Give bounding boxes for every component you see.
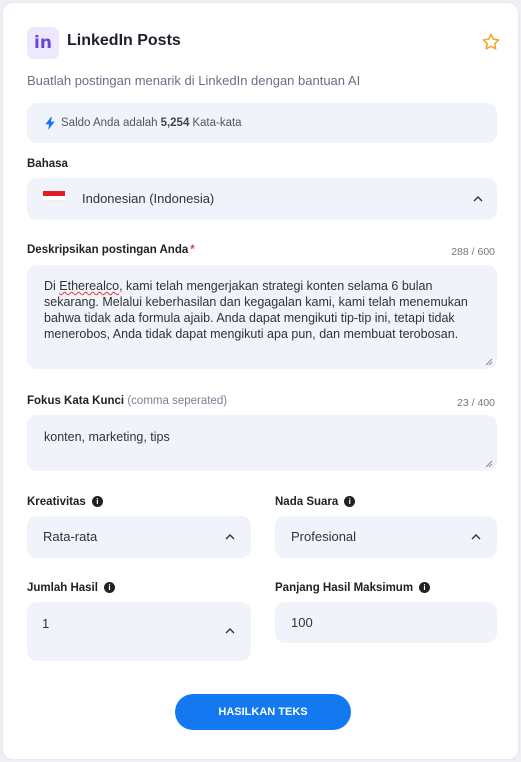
info-icon[interactable]: i bbox=[419, 582, 431, 594]
balance-amount: 5,254 bbox=[160, 117, 190, 129]
tone-value: Profesional bbox=[291, 529, 357, 544]
page-title: LinkedIn Posts bbox=[67, 32, 181, 49]
creativity-value: Rata-rata bbox=[43, 529, 98, 544]
linkedin-posts-card: in LinkedIn Posts Buatlah postingan mena… bbox=[3, 3, 518, 759]
results-select[interactable]: 1 bbox=[27, 602, 251, 661]
linkedin-logo: in bbox=[27, 27, 59, 59]
keywords-counter: 23 / 400 bbox=[457, 397, 495, 409]
results-label: Jumlah Hasil i bbox=[27, 582, 115, 594]
language-select[interactable]: Indonesian (Indonesia) bbox=[27, 178, 497, 220]
resize-handle-icon[interactable] bbox=[485, 460, 493, 468]
resize-handle-icon[interactable] bbox=[485, 358, 493, 366]
max-length-label: Panjang Hasil Maksimum i bbox=[275, 582, 431, 594]
indonesia-flag-icon bbox=[43, 191, 65, 201]
keywords-hint: (comma seperated) bbox=[127, 395, 228, 407]
info-icon[interactable]: i bbox=[344, 496, 356, 508]
lightning-icon bbox=[45, 116, 55, 130]
page-subtitle: Buatlah postingan menarik di LinkedIn de… bbox=[27, 73, 361, 88]
info-icon[interactable]: i bbox=[91, 496, 103, 508]
keywords-label: Fokus Kata Kunci (comma seperated) bbox=[27, 395, 228, 407]
description-counter: 288 / 600 bbox=[451, 246, 495, 258]
description-value: Di Etherealco, kami telah mengerjakan st… bbox=[44, 279, 468, 341]
max-length-value: 100 bbox=[291, 615, 313, 630]
chevron-up-icon bbox=[225, 534, 235, 540]
language-value: Indonesian (Indonesia) bbox=[82, 191, 215, 206]
required-mark: * bbox=[190, 244, 195, 256]
generate-button[interactable]: HASILKAN TEKS bbox=[175, 694, 351, 730]
info-icon[interactable]: i bbox=[103, 582, 115, 594]
chevron-up-icon bbox=[471, 534, 481, 540]
description-label: Deskripsikan postingan Anda * bbox=[27, 244, 195, 256]
max-length-input[interactable]: 100 bbox=[275, 602, 497, 643]
balance-suffix: Kata-kata bbox=[192, 117, 242, 129]
keywords-textarea[interactable]: konten, marketing, tips bbox=[27, 415, 497, 471]
creativity-label: Kreativitas i bbox=[27, 496, 103, 508]
description-textarea[interactable]: Di Etherealco, kami telah mengerjakan st… bbox=[27, 265, 497, 369]
balance-prefix: Saldo Anda adalah bbox=[61, 117, 158, 129]
balance-banner: Saldo Anda adalah 5,254 Kata-kata bbox=[27, 103, 497, 143]
keywords-value: konten, marketing, tips bbox=[44, 430, 170, 444]
results-value: 1 bbox=[42, 616, 50, 631]
creativity-select[interactable]: Rata-rata bbox=[27, 516, 251, 558]
chevron-up-icon bbox=[225, 628, 235, 634]
tone-label: Nada Suara i bbox=[275, 496, 356, 508]
language-label: Bahasa bbox=[27, 158, 68, 170]
tone-select[interactable]: Profesional bbox=[275, 516, 497, 558]
misspelled-word: Etherealco bbox=[59, 279, 120, 293]
chevron-up-icon bbox=[473, 196, 483, 202]
star-icon[interactable] bbox=[481, 32, 501, 52]
